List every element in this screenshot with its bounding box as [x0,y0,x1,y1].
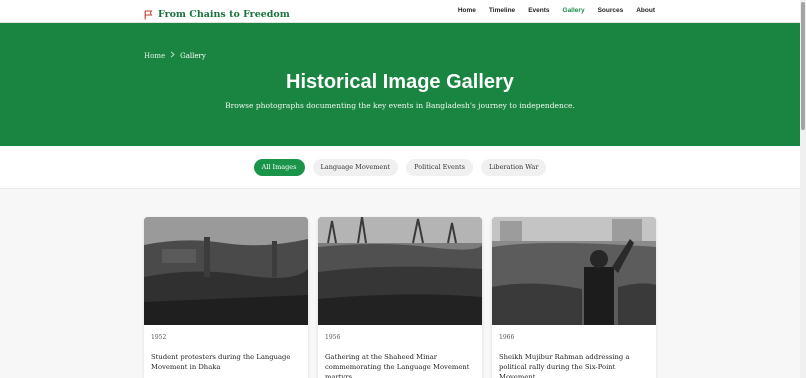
top-nav: From Chains to Freedom Home Timeline Eve… [0,0,800,23]
filter-language-movement[interactable]: Language Movement [312,158,399,176]
photo-caption: Student protesters during the Language M… [151,353,291,371]
flag-icon [144,5,153,24]
scrollbar-thumb[interactable] [801,2,805,130]
nav-sources[interactable]: Sources [598,7,624,14]
gallery-card[interactable]: 1952 Student protesters during the Langu… [144,217,308,378]
page-scrollbar[interactable] [800,0,806,378]
breadcrumb: Home Gallery [144,51,206,60]
hero-banner: Home Gallery Historical Image Gallery Br… [0,23,800,146]
gallery-photo[interactable] [318,217,482,325]
breadcrumb-current: Gallery [180,51,206,60]
page-subtitle: Browse photographs documenting the key e… [225,101,575,110]
nav-gallery[interactable]: Gallery [563,7,585,14]
image-gallery: 1952 Student protesters during the Langu… [144,217,656,378]
filter-bar: All Images Language Movement Political E… [0,146,800,189]
filter-all-images[interactable]: All Images [253,158,305,176]
photo-year: 1952 [151,334,167,341]
gallery-photo[interactable] [492,217,656,325]
site-brand[interactable]: From Chains to Freedom [144,5,290,24]
filter-liberation-war[interactable]: Liberation War [481,158,547,176]
nav-about[interactable]: About [636,7,655,14]
photo-year: 1966 [499,334,515,341]
filter-political-events[interactable]: Political Events [406,158,474,176]
nav-events[interactable]: Events [528,7,549,14]
nav-timeline[interactable]: Timeline [489,7,515,14]
nav-home[interactable]: Home [458,7,476,14]
gallery-card[interactable]: 1956 Gathering at the Shaheed Minar comm… [318,217,482,378]
photo-year: 1956 [325,334,341,341]
chevron-right-icon [170,51,175,60]
page-title: Historical Image Gallery [286,71,514,93]
photo-caption: Gathering at the Shaheed Minar commemora… [325,353,470,378]
site-title: From Chains to Freedom [158,9,290,20]
breadcrumb-home-link[interactable]: Home [144,52,165,60]
main-nav: Home Timeline Events Gallery Sources Abo… [458,7,655,14]
gallery-card[interactable]: 1966 Sheikh Mujibur Rahman addressing a … [492,217,656,378]
gallery-photo[interactable] [144,217,308,325]
photo-caption: Sheikh Mujibur Rahman addressing a polit… [499,353,630,378]
